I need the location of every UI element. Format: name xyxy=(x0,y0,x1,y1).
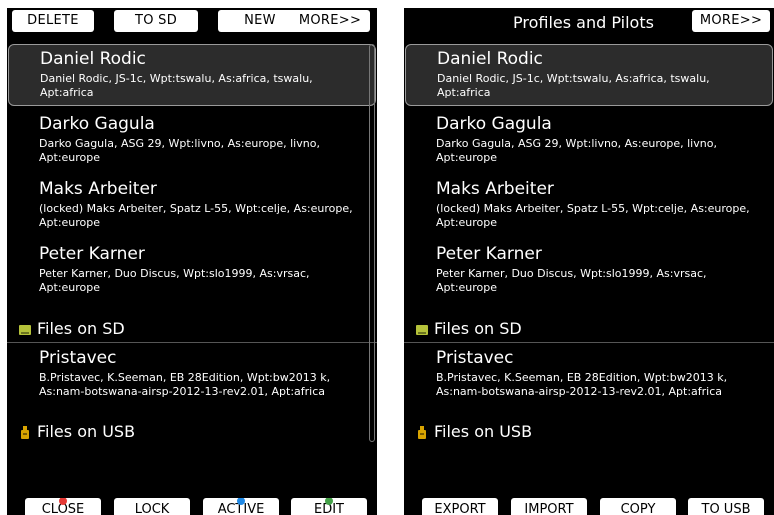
edit-button[interactable]: EDIT xyxy=(291,498,367,515)
right-screen: Profiles and Pilots MORE>> Daniel Rodic … xyxy=(404,8,774,515)
section-label: Files on SD xyxy=(434,319,522,338)
usb-stick-icon xyxy=(21,426,29,439)
file-name: Pristavec xyxy=(39,348,117,368)
profile-details: (locked) Maks Arbeiter, Spatz L-55, Wpt:… xyxy=(39,202,353,229)
profile-details: Darko Gagula, ASG 29, Wpt:livno, As:euro… xyxy=(436,137,717,164)
sd-file-item[interactable]: Pristavec B.Pristavec, K.Seeman, EB 28Ed… xyxy=(7,344,377,408)
sd-card-icon xyxy=(19,325,31,335)
usb-stick-icon xyxy=(418,426,426,439)
to-usb-label: TO USB xyxy=(701,502,751,515)
profile-item[interactable]: Peter Karner Peter Karner, Duo Discus, W… xyxy=(7,240,377,302)
section-files-on-usb: Files on USB xyxy=(404,421,774,445)
profile-name: Daniel Rodic xyxy=(437,49,543,69)
profile-item[interactable]: Darko Gagula Darko Gagula, ASG 29, Wpt:l… xyxy=(7,110,377,172)
copy-button[interactable]: COPY xyxy=(600,498,676,515)
profile-details: Darko Gagula, ASG 29, Wpt:livno, As:euro… xyxy=(39,137,320,164)
close-button[interactable]: CLOSE xyxy=(25,498,101,515)
section-files-on-usb: Files on USB xyxy=(7,421,377,445)
profile-name: Peter Karner xyxy=(39,244,145,264)
profile-name: Maks Arbeiter xyxy=(39,179,157,199)
lock-label: LOCK xyxy=(134,502,170,515)
export-button[interactable]: EXPORT xyxy=(422,498,498,515)
profile-name: Peter Karner xyxy=(436,244,542,264)
delete-button[interactable]: DELETE xyxy=(12,10,94,32)
sd-file-item[interactable]: Pristavec B.Pristavec, K.Seeman, EB 28Ed… xyxy=(404,344,774,408)
profile-name: Maks Arbeiter xyxy=(436,179,554,199)
import-label: IMPORT xyxy=(524,502,574,515)
lock-button[interactable]: LOCK xyxy=(114,498,190,515)
section-files-on-sd: Files on SD xyxy=(7,318,377,343)
left-screen: a DELETE TO SD NEW MORE>> Daniel Rodic D… xyxy=(7,8,377,515)
profile-details: Peter Karner, Duo Discus, Wpt:slo1999, A… xyxy=(39,267,310,294)
active-button[interactable]: ACTIVE xyxy=(203,498,279,515)
section-label: Files on USB xyxy=(37,422,136,441)
profile-details: Daniel Rodic, JS-1c, Wpt:tswalu, As:afri… xyxy=(40,72,313,99)
file-name: Pristavec xyxy=(436,348,514,368)
section-label: Files on SD xyxy=(37,319,125,338)
page-title: Profiles and Pilots xyxy=(513,13,654,32)
profile-item[interactable]: Peter Karner Peter Karner, Duo Discus, W… xyxy=(404,240,774,302)
profile-name: Darko Gagula xyxy=(436,114,552,134)
profile-item[interactable]: Darko Gagula Darko Gagula, ASG 29, Wpt:l… xyxy=(404,110,774,172)
profile-name: Darko Gagula xyxy=(39,114,155,134)
profile-item[interactable]: Maks Arbeiter (locked) Maks Arbeiter, Sp… xyxy=(404,175,774,237)
profile-item[interactable]: Maks Arbeiter (locked) Maks Arbeiter, Sp… xyxy=(7,175,377,237)
section-label: Files on USB xyxy=(434,422,533,441)
export-label: EXPORT xyxy=(434,502,486,515)
profile-details: Peter Karner, Duo Discus, Wpt:slo1999, A… xyxy=(436,267,707,294)
profile-item[interactable]: Daniel Rodic Daniel Rodic, JS-1c, Wpt:ts… xyxy=(405,44,773,106)
to-usb-button[interactable]: TO USB xyxy=(688,498,764,515)
copy-label: COPY xyxy=(620,502,656,515)
to-sd-button[interactable]: TO SD xyxy=(114,10,198,32)
file-details: B.Pristavec, K.Seeman, EB 28Edition, Wpt… xyxy=(39,371,331,398)
sd-card-icon xyxy=(416,325,428,335)
section-files-on-sd: Files on SD xyxy=(404,318,774,343)
profile-details: (locked) Maks Arbeiter, Spatz L-55, Wpt:… xyxy=(436,202,750,229)
profile-name: Daniel Rodic xyxy=(40,49,146,69)
profile-item[interactable]: Daniel Rodic Daniel Rodic, JS-1c, Wpt:ts… xyxy=(8,44,376,106)
file-details: B.Pristavec, K.Seeman, EB 28Edition, Wpt… xyxy=(436,371,728,398)
profile-details: Daniel Rodic, JS-1c, Wpt:tswalu, As:afri… xyxy=(437,72,710,99)
scrollbar[interactable] xyxy=(369,44,375,442)
more-button[interactable]: MORE>> xyxy=(692,10,770,32)
more-button[interactable]: MORE>> xyxy=(290,10,370,32)
import-button[interactable]: IMPORT xyxy=(511,498,587,515)
